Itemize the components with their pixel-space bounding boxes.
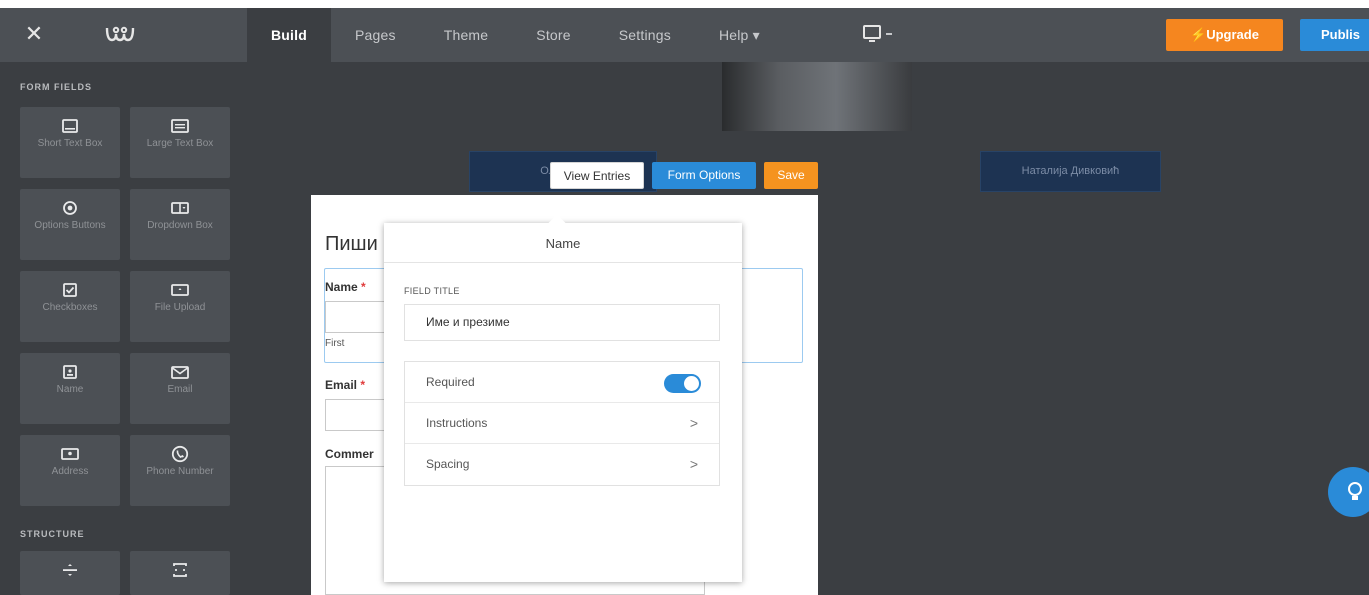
popover-title: Name	[384, 223, 742, 263]
file-upload-icon	[130, 281, 230, 299]
tile-dropdown-box[interactable]: Dropdown Box	[130, 189, 230, 260]
tile-name[interactable]: Name	[20, 353, 120, 424]
phone-icon	[130, 445, 230, 463]
tab-store[interactable]: Store	[512, 8, 594, 62]
save-button[interactable]: Save	[764, 162, 818, 189]
tab-settings[interactable]: Settings	[595, 8, 695, 62]
comment-label: Commer	[325, 447, 374, 461]
tile-label: Address	[51, 466, 89, 477]
editor-canvas: Оливица Наталија Дивковић View Entries F…	[246, 62, 1369, 595]
tile-spacer[interactable]	[130, 551, 230, 595]
dropdown-box-icon	[130, 199, 230, 217]
short-text-box-icon	[20, 117, 120, 135]
spacing-option[interactable]: Spacing >	[405, 444, 719, 485]
tile-label: File Upload	[154, 302, 206, 313]
chevron-right-icon: >	[689, 415, 698, 431]
tab-pages[interactable]: Pages	[331, 8, 420, 62]
field-title-input[interactable]: Име и презиме	[404, 304, 720, 341]
email-label: Email *	[325, 378, 366, 392]
tile-label: Phone Number	[146, 466, 214, 477]
site-button-right[interactable]: Наталија Дивковић	[980, 151, 1161, 192]
lightning-icon: ⚡	[1190, 27, 1207, 42]
tile-label: Dropdown Box	[147, 220, 213, 231]
lightbulb-icon	[1348, 482, 1362, 500]
upgrade-button[interactable]: ⚡Upgrade	[1166, 19, 1283, 51]
field-options-list: Required Instructions > Spacing >	[404, 361, 720, 486]
instructions-option[interactable]: Instructions >	[405, 403, 719, 444]
email-icon	[130, 363, 230, 381]
view-entries-button[interactable]: View Entries	[550, 162, 644, 189]
tile-large-text-box[interactable]: Large Text Box	[130, 107, 230, 178]
tab-help[interactable]: Help ▾	[695, 8, 784, 62]
options-buttons-icon	[20, 199, 120, 217]
address-icon	[20, 445, 120, 463]
tile-label: Checkboxes	[42, 302, 98, 313]
field-title-label: FIELD TITLE	[404, 286, 460, 296]
field-settings-popover: Name FIELD TITLE Име и презиме Required …	[384, 214, 742, 582]
tile-checkboxes[interactable]: Checkboxes	[20, 271, 120, 342]
top-toolbar: ✕ Build Pages Theme Store Settings Help …	[0, 8, 1369, 62]
spacing-label: Spacing	[426, 457, 470, 471]
first-sublabel: First	[325, 338, 345, 349]
help-bubble-button[interactable]	[1328, 467, 1369, 517]
tile-divider[interactable]	[20, 551, 120, 595]
spacer-icon	[130, 561, 230, 579]
tile-options-buttons[interactable]: Options Buttons	[20, 189, 120, 260]
structure-heading: STRUCTURE	[20, 529, 85, 539]
tile-address[interactable]: Address	[20, 435, 120, 506]
chevron-right-icon: >	[689, 456, 698, 472]
header-photo	[722, 62, 912, 131]
large-text-box-icon	[130, 117, 230, 135]
required-toggle[interactable]	[664, 374, 701, 393]
tab-build[interactable]: Build	[247, 8, 331, 62]
tile-email[interactable]: Email	[130, 353, 230, 424]
form-options-button[interactable]: Form Options	[652, 162, 756, 189]
name-label: Name *	[325, 280, 366, 294]
required-option[interactable]: Required	[405, 362, 719, 403]
checkboxes-icon	[20, 281, 120, 299]
form-fields-heading: FORM FIELDS	[20, 82, 92, 92]
tile-label: Options Buttons	[34, 220, 106, 231]
desktop-icon[interactable]	[862, 24, 896, 46]
tile-label: Name	[56, 384, 84, 395]
elements-sidebar: FORM FIELDS Short Text Box Large Text Bo…	[0, 62, 246, 595]
tile-label: Large Text Box	[146, 138, 214, 149]
form-title: Пиши	[325, 233, 378, 255]
instructions-label: Instructions	[426, 416, 488, 430]
tile-short-text-box[interactable]: Short Text Box	[20, 107, 120, 178]
tab-theme[interactable]: Theme	[420, 8, 513, 62]
tile-label: Email	[167, 384, 193, 395]
close-icon[interactable]: ✕	[22, 22, 46, 46]
upgrade-label: Upgrade	[1206, 27, 1259, 42]
weebly-logo-icon[interactable]	[104, 22, 136, 46]
main-nav: Build Pages Theme Store Settings Help ▾	[247, 8, 784, 62]
tile-label: Short Text Box	[37, 138, 103, 149]
required-label: Required	[426, 375, 475, 389]
tile-file-upload[interactable]: File Upload	[130, 271, 230, 342]
publish-button[interactable]: Publis	[1300, 19, 1369, 51]
name-icon	[20, 363, 120, 381]
toggle-knob	[684, 376, 699, 391]
tile-phone-number[interactable]: Phone Number	[130, 435, 230, 506]
divider-icon	[20, 561, 120, 579]
